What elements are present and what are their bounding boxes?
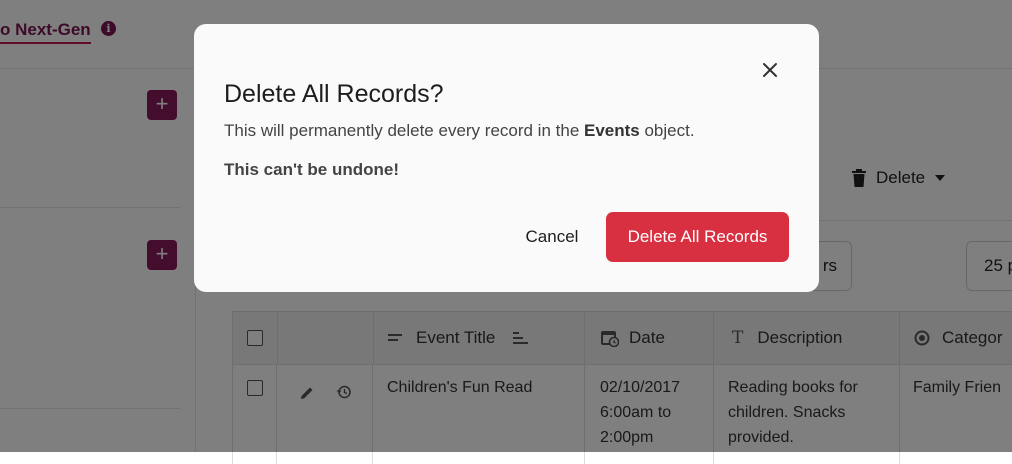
dialog-title: Delete All Records? xyxy=(224,80,444,108)
delete-all-records-dialog: Delete All Records? This will permanentl… xyxy=(194,24,819,292)
close-icon[interactable] xyxy=(758,58,782,82)
dialog-message: This will permanently delete every recor… xyxy=(224,121,695,141)
delete-all-records-button[interactable]: Delete All Records xyxy=(606,212,789,262)
object-name: Events xyxy=(584,121,640,140)
cancel-button[interactable]: Cancel xyxy=(508,212,596,262)
message-suffix: object. xyxy=(639,121,695,140)
dialog-warning: This can't be undone! xyxy=(224,160,399,179)
message-prefix: This will permanently delete every recor… xyxy=(224,121,584,140)
